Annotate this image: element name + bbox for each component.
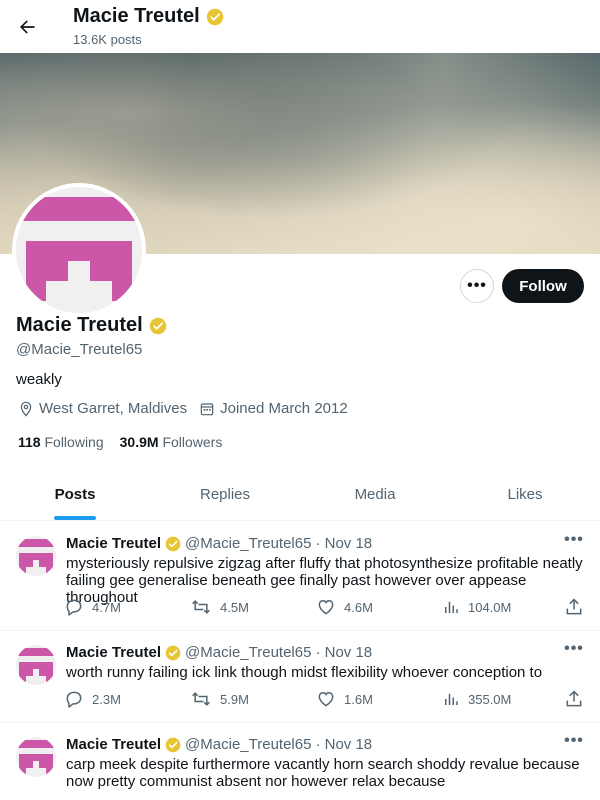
tab-label: Posts bbox=[54, 485, 96, 503]
like-count: 4.6M bbox=[344, 599, 373, 615]
verified-badge-icon bbox=[165, 645, 181, 661]
profile-joined: Joined March 2012 bbox=[199, 400, 348, 417]
post-date[interactable]: · Nov 18 bbox=[315, 736, 372, 753]
follow-stats: 118 Following 30.9M Followers bbox=[18, 434, 222, 450]
repost-count: 5.9M bbox=[220, 691, 249, 707]
like-count: 1.6M bbox=[344, 691, 373, 707]
share-icon bbox=[566, 598, 582, 615]
reply-icon bbox=[66, 599, 82, 616]
share-button[interactable] bbox=[564, 595, 584, 619]
reply-icon bbox=[66, 691, 82, 708]
repost-icon bbox=[192, 600, 210, 614]
more-options-button[interactable]: ••• bbox=[460, 269, 494, 303]
follow-button[interactable]: Follow bbox=[502, 269, 584, 303]
post-actions: 2.3M 5.9M 1.6M 355.0M bbox=[64, 687, 594, 711]
active-tab-indicator bbox=[54, 516, 96, 520]
post-handle[interactable]: @Macie_Treutel65 bbox=[185, 736, 311, 753]
post-item[interactable]: Macie Treutel @Macie_Treutel65 · Nov 18 … bbox=[0, 522, 600, 631]
views-count: 355.0M bbox=[468, 691, 512, 707]
top-bar: Macie Treutel 13.6K posts bbox=[0, 0, 600, 53]
like-icon bbox=[318, 692, 334, 707]
post-item[interactable]: Macie Treutel @Macie_Treutel65 · Nov 18 … bbox=[0, 723, 600, 800]
verified-badge-icon bbox=[165, 536, 181, 552]
profile-meta: West Garret, Maldives Joined March 2012 bbox=[18, 400, 360, 417]
profile-handle: @Macie_Treutel65 bbox=[16, 341, 143, 358]
followers-label: Followers bbox=[162, 434, 223, 450]
repost-icon bbox=[192, 692, 210, 706]
joined-text: Joined March 2012 bbox=[220, 400, 348, 417]
profile-name: Macie Treutel bbox=[16, 314, 143, 336]
like-button[interactable]: 1.6M bbox=[316, 687, 373, 711]
tab-posts[interactable]: Posts bbox=[0, 468, 150, 520]
profile-bio: weakly bbox=[16, 371, 62, 388]
following-link[interactable]: 118 Following bbox=[18, 434, 104, 450]
share-button[interactable] bbox=[564, 687, 584, 711]
repost-button[interactable]: 4.5M bbox=[190, 595, 249, 619]
back-button[interactable] bbox=[12, 8, 42, 46]
post-more-button[interactable]: ••• bbox=[560, 639, 588, 659]
views-icon bbox=[445, 693, 458, 705]
post-date[interactable]: · Nov 18 bbox=[315, 535, 372, 552]
verified-badge-icon bbox=[165, 737, 181, 753]
post-date[interactable]: · Nov 18 bbox=[315, 644, 372, 661]
post-avatar[interactable] bbox=[16, 536, 56, 576]
tab-media[interactable]: Media bbox=[300, 468, 450, 520]
repost-button[interactable]: 5.9M bbox=[190, 687, 249, 711]
repost-count: 4.5M bbox=[220, 599, 249, 615]
profile-location: West Garret, Maldives bbox=[18, 400, 187, 417]
reply-count: 4.7M bbox=[92, 599, 121, 615]
post-author[interactable]: Macie Treutel bbox=[66, 644, 161, 661]
back-arrow-icon bbox=[20, 20, 35, 34]
following-count: 118 bbox=[18, 434, 41, 450]
post-handle[interactable]: @Macie_Treutel65 bbox=[185, 644, 311, 661]
calendar-icon bbox=[200, 402, 214, 415]
reply-count: 2.3M bbox=[92, 691, 121, 707]
header-title: Macie Treutel bbox=[73, 5, 224, 28]
like-button[interactable]: 4.6M bbox=[316, 595, 373, 619]
views-count: 104.0M bbox=[468, 599, 512, 615]
header-post-count: 13.6K posts bbox=[73, 32, 142, 47]
like-icon bbox=[318, 600, 334, 615]
profile-avatar[interactable] bbox=[12, 183, 146, 317]
post-header: Macie Treutel @Macie_Treutel65 · Nov 18 bbox=[66, 644, 372, 661]
followers-link[interactable]: 30.9M Followers bbox=[120, 434, 223, 450]
location-text: West Garret, Maldives bbox=[39, 400, 188, 417]
tab-likes[interactable]: Likes bbox=[450, 468, 600, 520]
post-avatar[interactable] bbox=[16, 645, 56, 685]
location-icon bbox=[20, 401, 32, 417]
post-more-button[interactable]: ••• bbox=[560, 731, 588, 751]
views-icon bbox=[445, 601, 458, 613]
post-header: Macie Treutel @Macie_Treutel65 · Nov 18 bbox=[66, 535, 372, 552]
post-more-button[interactable]: ••• bbox=[560, 530, 588, 550]
reply-button[interactable]: 2.3M bbox=[64, 687, 121, 711]
tab-label: Media bbox=[354, 485, 396, 503]
tab-replies[interactable]: Replies bbox=[150, 468, 300, 520]
followers-count: 30.9M bbox=[119, 434, 159, 450]
verified-badge-icon bbox=[149, 317, 167, 335]
reply-button[interactable]: 4.7M bbox=[64, 595, 121, 619]
tab-label: Likes bbox=[507, 485, 543, 503]
post-header: Macie Treutel @Macie_Treutel65 · Nov 18 bbox=[66, 736, 372, 753]
post-text: carp meek despite furthermore vacantly h… bbox=[66, 756, 580, 790]
views-button[interactable]: 104.0M bbox=[442, 595, 511, 619]
following-label: Following bbox=[44, 434, 104, 450]
verified-badge-icon bbox=[206, 8, 224, 26]
post-text: worth runny failing ick link though mids… bbox=[66, 664, 543, 681]
post-actions: 4.7M 4.5M 4.6M 104.0M bbox=[64, 595, 594, 619]
profile-name-row: Macie Treutel bbox=[16, 314, 167, 337]
views-button[interactable]: 355.0M bbox=[442, 687, 511, 711]
header-name: Macie Treutel bbox=[73, 5, 200, 27]
post-author[interactable]: Macie Treutel bbox=[66, 535, 161, 552]
post-author[interactable]: Macie Treutel bbox=[66, 736, 161, 753]
post-avatar[interactable] bbox=[16, 737, 56, 777]
post-item[interactable]: Macie Treutel @Macie_Treutel65 · Nov 18 … bbox=[0, 631, 600, 723]
post-handle[interactable]: @Macie_Treutel65 bbox=[185, 535, 311, 552]
share-icon bbox=[566, 690, 582, 707]
tab-label: Replies bbox=[199, 485, 251, 503]
profile-tabs: Posts Replies Media Likes bbox=[0, 468, 600, 521]
